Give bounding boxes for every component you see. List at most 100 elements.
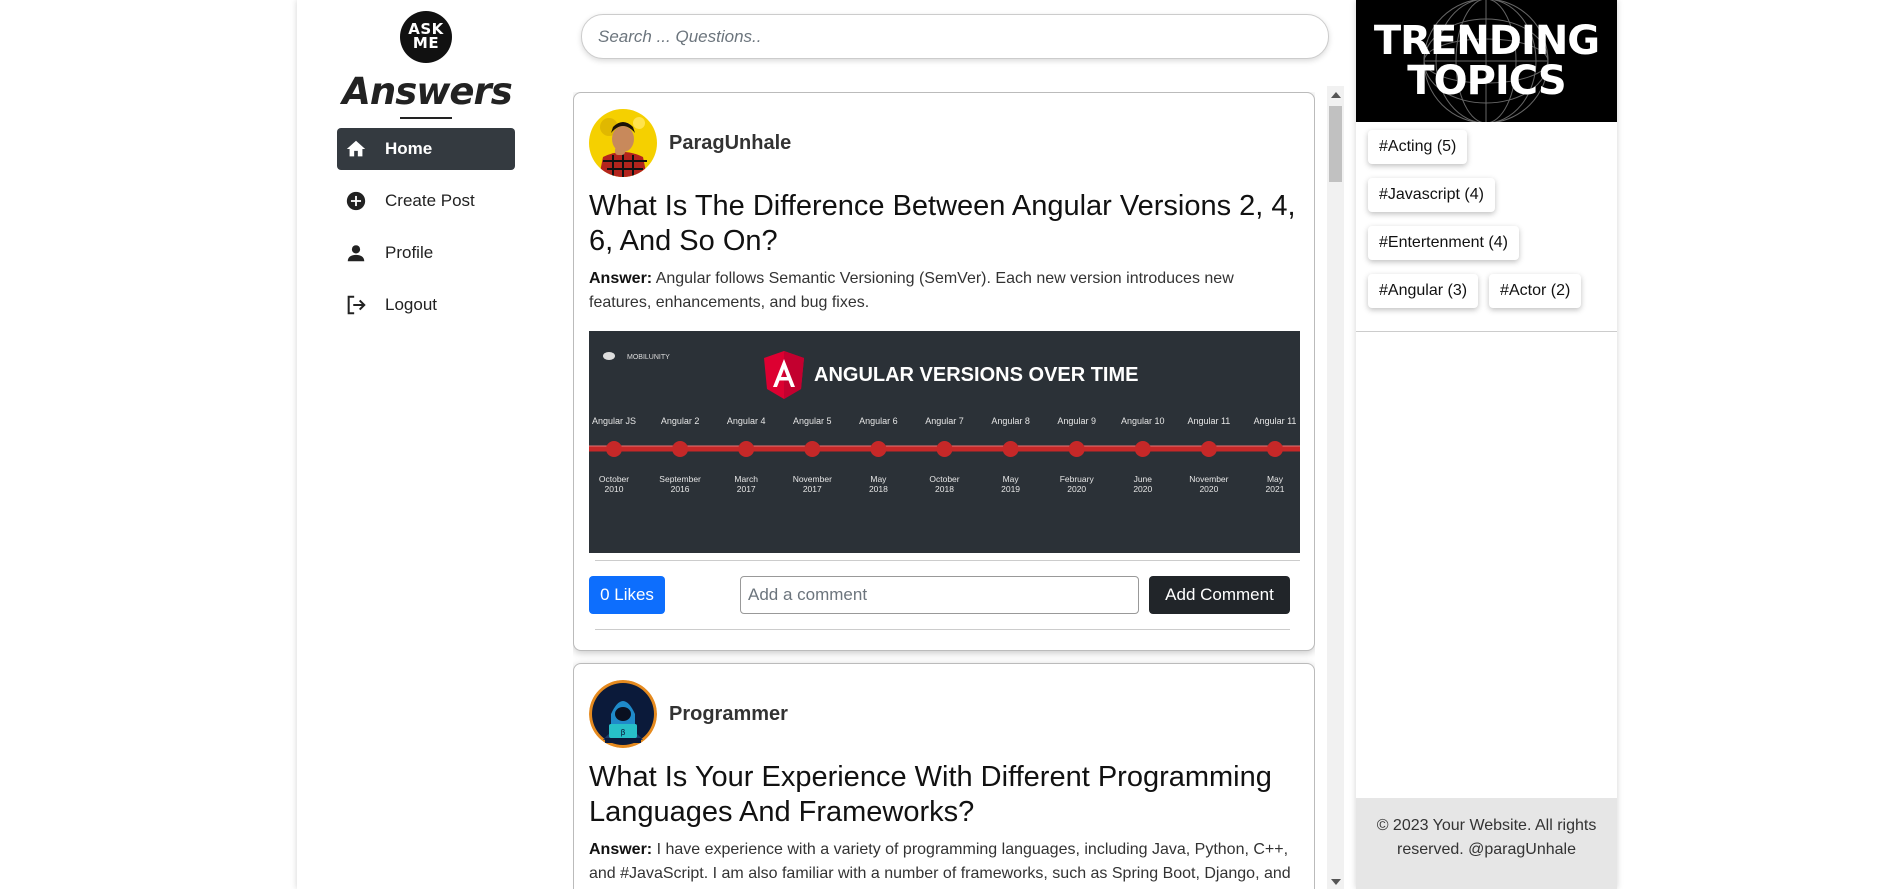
- timeline-dot: [738, 441, 755, 457]
- timeline-dot: [606, 441, 622, 457]
- answer-label: Answer:: [589, 270, 653, 287]
- left-sidebar: ASK ME Answers Home Create Post Profile: [297, 0, 557, 889]
- timeline-dot: [936, 441, 953, 457]
- avatar[interactable]: [589, 109, 657, 177]
- answer-text: Angular follows Semantic Versioning (Sem…: [589, 270, 1234, 311]
- post-card: β Programmer What Is Your Experience Wit…: [573, 663, 1315, 889]
- sidebar-item-label: Home: [385, 139, 433, 158]
- avatar[interactable]: β: [589, 680, 657, 748]
- timeline-date-label: September: [659, 474, 701, 484]
- timeline-date-label: 2020: [1133, 484, 1152, 494]
- sidebar-item-label: Profile: [385, 243, 434, 262]
- timeline-date-label: 2016: [671, 484, 690, 494]
- timeline-date-label: 2021: [1266, 484, 1285, 494]
- add-comment-button[interactable]: Add Comment: [1149, 576, 1290, 614]
- feed-scrollbar[interactable]: [1327, 86, 1344, 889]
- tag-entertenment[interactable]: #Entertenment (4): [1368, 226, 1519, 260]
- sidebar-item-create-post[interactable]: Create Post: [337, 180, 515, 222]
- tag-acting[interactable]: #Acting (5): [1368, 130, 1468, 164]
- logo-badge[interactable]: ASK ME: [400, 11, 452, 63]
- author-name[interactable]: ParagUnhale: [669, 132, 791, 155]
- trending-title-line2: TOPICS: [1407, 58, 1566, 104]
- timeline-version-label: Angular 2: [661, 416, 700, 426]
- timeline-date-label: 2010: [605, 484, 624, 494]
- scroll-down-arrow-icon[interactable]: [1331, 879, 1341, 885]
- timeline-date-label: 2020: [1067, 484, 1086, 494]
- timeline-dot: [870, 441, 887, 457]
- timeline-date-label: May: [1003, 474, 1020, 484]
- timeline-date-label: 2019: [1001, 484, 1020, 494]
- timeline-dot: [1068, 441, 1085, 457]
- tag-actor[interactable]: #Actor (2): [1489, 274, 1582, 308]
- post-image: MOBILUNITY ANGULAR VERSIONS OVER TIME An…: [589, 331, 1300, 553]
- post-author: ParagUnhale: [589, 109, 1300, 177]
- timeline-version-label: Angular 11: [1187, 416, 1230, 426]
- post-author: β Programmer: [589, 680, 1300, 748]
- scroll-thumb[interactable]: [1329, 106, 1342, 182]
- post-answer: Answer: Angular follows Semantic Version…: [589, 267, 1300, 315]
- timeline-date-label: February: [1060, 474, 1095, 484]
- brand-title: Answers: [342, 70, 513, 113]
- tag-javascript[interactable]: #Javascript (4): [1368, 178, 1495, 212]
- timeline-date-label: May: [870, 474, 887, 484]
- comment-input[interactable]: [740, 576, 1139, 614]
- timeline-version-label: Angular 4: [727, 416, 766, 426]
- sidebar-item-profile[interactable]: Profile: [337, 232, 515, 274]
- sidebar-item-label: Logout: [385, 295, 437, 314]
- timeline-version-label: Angular 10: [1121, 416, 1165, 426]
- post-title[interactable]: What Is The Difference Between Angular V…: [589, 189, 1300, 259]
- scroll-up-arrow-icon[interactable]: [1331, 92, 1341, 98]
- timeline-dot: [804, 441, 821, 457]
- author-name[interactable]: Programmer: [669, 703, 788, 726]
- timeline-date-label: May: [1267, 474, 1284, 484]
- sidebar-nav: Home Create Post Profile Logout: [337, 128, 515, 336]
- tag-angular[interactable]: #Angular (3): [1368, 274, 1479, 308]
- post-feed: ParagUnhale What Is The Difference Betwe…: [573, 92, 1315, 889]
- app-page: ASK ME Answers Home Create Post Profile: [0, 0, 1892, 889]
- timeline-date-label: October: [599, 474, 629, 484]
- plus-circle-icon: [345, 190, 367, 212]
- timeline-date-label: October: [929, 474, 959, 484]
- divider: [595, 629, 1290, 630]
- trending-tags: #Acting (5) #Javascript (4) #Entertenmen…: [1368, 130, 1608, 322]
- post-answer: Answer: I have experience with a variety…: [589, 838, 1300, 889]
- timeline-version-label: Angular 9: [1057, 416, 1096, 426]
- svg-text:β: β: [620, 728, 625, 737]
- footer: © 2023 Your Website. All rights reserved…: [1356, 798, 1617, 889]
- post-card: ParagUnhale What Is The Difference Betwe…: [573, 92, 1315, 651]
- timeline-date-label: November: [1189, 474, 1228, 484]
- right-sidebar: TRENDING TOPICS #Acting (5) #Javascript …: [1356, 0, 1617, 889]
- person-icon: [345, 242, 367, 264]
- timeline-date-label: 2017: [803, 484, 822, 494]
- timeline-date-label: 2018: [935, 484, 954, 494]
- timeline-dot: [1134, 441, 1151, 457]
- post-actions: 0 Likes Add Comment: [589, 561, 1300, 629]
- timeline-version-label: Angular 7: [925, 416, 964, 426]
- search-input[interactable]: [581, 14, 1329, 59]
- timeline-date-label: 2017: [737, 484, 756, 494]
- svg-text:MOBILUNITY: MOBILUNITY: [627, 354, 670, 361]
- timeline-dot: [1002, 441, 1019, 457]
- home-icon: [345, 138, 367, 160]
- timeline-version-label: Angular 8: [991, 416, 1030, 426]
- likes-button[interactable]: 0 Likes: [589, 576, 665, 614]
- timeline-date-label: June: [1134, 474, 1153, 484]
- timeline-version-label: Angular 6: [859, 416, 898, 426]
- timeline-version-label: Angular 11: [1254, 416, 1297, 426]
- logout-icon: [345, 294, 367, 316]
- image-heading: ANGULAR VERSIONS OVER TIME: [814, 364, 1138, 386]
- timeline-dot: [672, 441, 689, 457]
- answer-text: I have experience with a variety of prog…: [589, 841, 1291, 882]
- sidebar-item-logout[interactable]: Logout: [337, 284, 515, 326]
- main-feed-column: ParagUnhale What Is The Difference Betwe…: [557, 0, 1344, 889]
- timeline-date-label: November: [793, 474, 832, 484]
- post-title[interactable]: What Is Your Experience With Different P…: [589, 760, 1300, 830]
- divider: [1356, 331, 1617, 332]
- timeline-dot: [1200, 441, 1217, 457]
- timeline-dot: [1267, 441, 1283, 457]
- footer-text: © 2023 Your Website. All rights reserved…: [1376, 817, 1597, 858]
- timeline-date-label: 2020: [1199, 484, 1218, 494]
- sidebar-item-home[interactable]: Home: [337, 128, 515, 170]
- timeline-date-label: March: [734, 474, 758, 484]
- sidebar-item-label: Create Post: [385, 191, 475, 210]
